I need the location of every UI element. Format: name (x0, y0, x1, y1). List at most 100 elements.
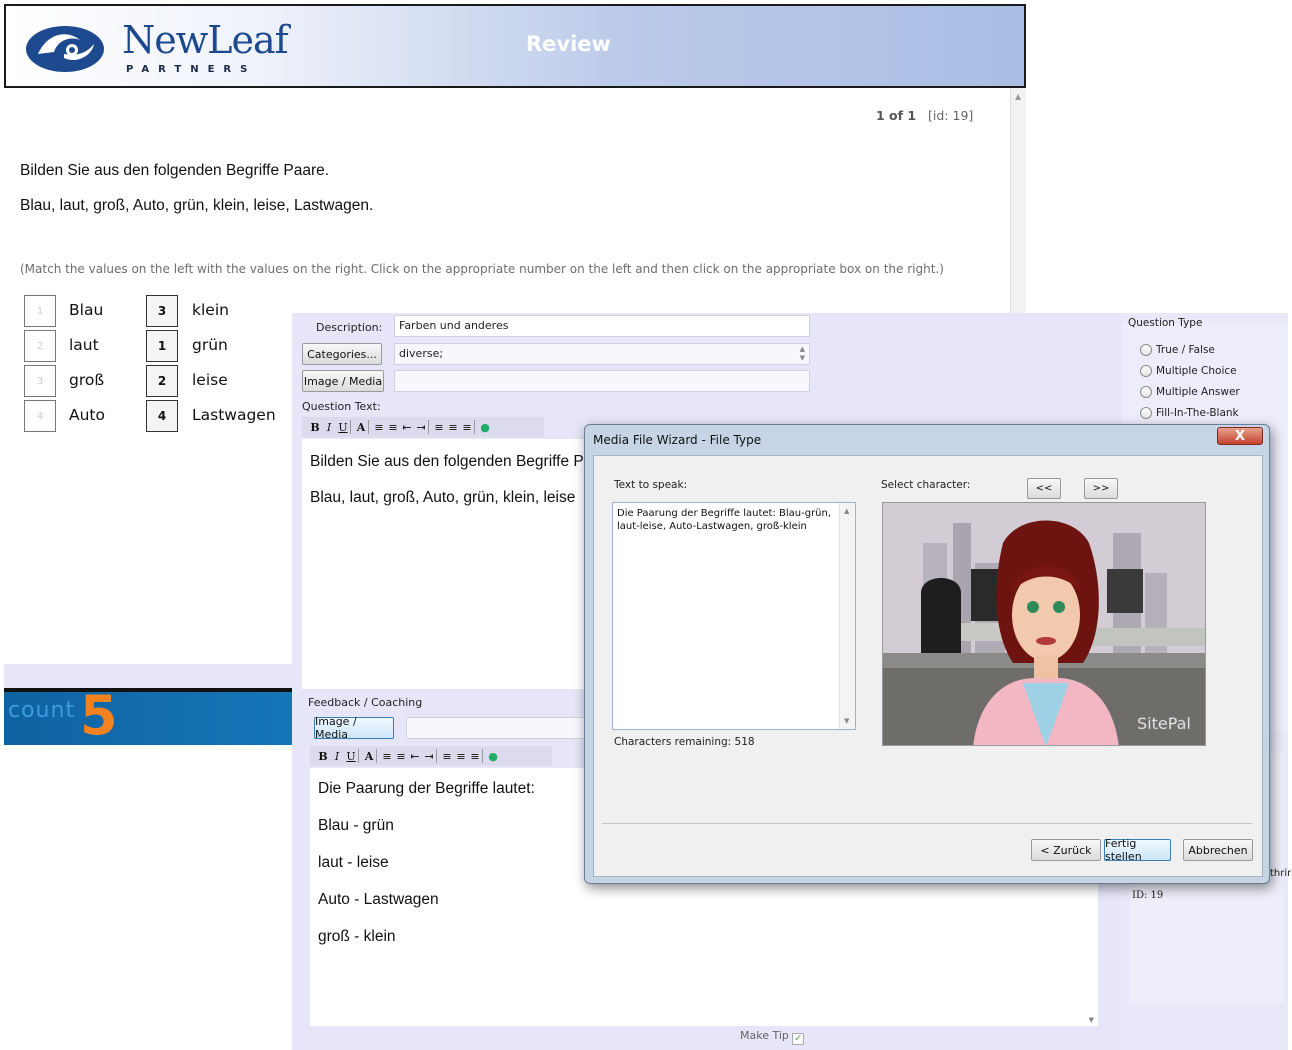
bold-icon[interactable]: B (316, 750, 330, 763)
select-character-label: Select character: (881, 479, 971, 491)
right-match-box[interactable]: 2 (146, 365, 178, 397)
description-field[interactable]: Farben und anderes (394, 315, 810, 337)
feedback-line: groß - klein (318, 928, 396, 945)
question-line-1: Bilden Sie aus den folgenden Begriffe Pa… (20, 162, 330, 179)
left-item-label: Auto (69, 406, 105, 424)
font-color-icon[interactable]: A (354, 421, 368, 434)
numbered-list-icon[interactable]: ≡ (380, 750, 394, 763)
next-character-button[interactable]: >> (1084, 478, 1118, 499)
bullet-list-icon[interactable]: ≡ (386, 421, 400, 434)
question-line-2: Blau, laut, groß, Auto, grün, klein, lei… (20, 197, 374, 214)
left-item-label: groß (69, 371, 105, 389)
feedback-media-field[interactable] (406, 717, 586, 739)
description-label: Description: (316, 321, 383, 334)
close-button[interactable]: X (1217, 427, 1263, 445)
option-multiple-choice: Multiple Choice (1156, 365, 1237, 377)
insert-link-icon[interactable]: ● (478, 421, 492, 434)
align-right-icon[interactable]: ≡ (468, 750, 482, 763)
categories-button[interactable]: Categories... (302, 343, 382, 365)
question-text-line: Blau, laut, groß, Auto, grün, klein, lei… (310, 489, 576, 506)
image-media-field[interactable] (394, 370, 810, 392)
categories-field[interactable]: diverse; ▲ ▼ (394, 343, 810, 365)
page-title: Review (526, 32, 611, 56)
question-text-label: Question Text: (302, 400, 381, 413)
numbered-list-icon[interactable]: ≡ (372, 421, 386, 434)
right-match-box[interactable]: 3 (146, 295, 178, 327)
brand-word: count (8, 698, 76, 723)
scroll-up-icon[interactable]: ▲ (1015, 92, 1021, 101)
previous-character-button[interactable]: << (1027, 478, 1061, 499)
left-number-box[interactable]: 3 (24, 365, 56, 397)
count5-banner: count 5 (4, 688, 292, 745)
align-left-icon[interactable]: ≡ (440, 750, 454, 763)
text-to-speak-label: Text to speak: (614, 479, 688, 491)
image-media-button[interactable]: Image / Media (302, 370, 384, 392)
align-center-icon[interactable]: ≡ (446, 421, 460, 434)
right-match-box[interactable]: 4 (146, 400, 178, 432)
question-text-editor[interactable]: Bilden Sie aus den folgenden Begriffe P … (302, 439, 592, 689)
indent-icon[interactable]: ⇥ (422, 750, 436, 763)
make-tip-label: Make Tip (740, 1029, 789, 1042)
text-to-speak-value: Die Paarung der Begriffe lautet: Blau-gr… (617, 508, 832, 532)
radio-true-false[interactable] (1140, 344, 1152, 356)
scroll-down-icon[interactable]: ▼ (1089, 1016, 1094, 1024)
question-text-line: Bilden Sie aus den folgenden Begriffe P (310, 453, 584, 470)
scroll-down-icon[interactable]: ▼ (844, 717, 849, 725)
align-center-icon[interactable]: ≡ (454, 750, 468, 763)
logo-wordmark: NewLeaf (122, 18, 289, 62)
brand-number: 5 (80, 688, 118, 745)
make-tip-row: Make Tip ✓ (740, 1029, 805, 1045)
text-to-speak-input[interactable]: Die Paarung der Begriffe lautet: Blau-gr… (612, 502, 856, 730)
feedback-image-media-button[interactable]: Image / Media (314, 715, 394, 741)
cancel-button[interactable]: Abbrechen (1183, 839, 1253, 861)
question-type-label: Question Type (1128, 317, 1203, 329)
feedback-line: Blau - grün (318, 817, 394, 834)
italic-icon[interactable]: I (330, 750, 344, 763)
outdent-icon[interactable]: ⇤ (408, 750, 422, 763)
bullet-list-icon[interactable]: ≡ (394, 750, 408, 763)
finish-button[interactable]: Fertig stellen (1104, 837, 1171, 863)
spinner-icon[interactable]: ▲ ▼ (800, 345, 805, 363)
left-number-box[interactable]: 1 (24, 295, 56, 327)
make-tip-checkbox[interactable]: ✓ (792, 1033, 805, 1045)
insert-link-icon[interactable]: ● (486, 750, 500, 763)
radio-fill-in-the-blank[interactable] (1140, 407, 1152, 419)
feedback-line: Auto - Lastwagen (318, 891, 439, 908)
watermark-text: SitePal (1137, 714, 1191, 733)
underline-icon[interactable]: U (336, 421, 350, 434)
underline-icon[interactable]: U (344, 750, 358, 763)
left-number-box[interactable]: 2 (24, 330, 56, 362)
outdent-icon[interactable]: ⇤ (400, 421, 414, 434)
right-match-box[interactable]: 1 (146, 330, 178, 362)
review-scrollbar[interactable]: ▲ (1010, 88, 1026, 318)
page-position: 1 of 1 (876, 108, 917, 123)
media-file-wizard-dialog: Media File Wizard - File Type X Text to … (584, 424, 1270, 884)
partial-option-text: thrir (1270, 868, 1292, 879)
newleaf-logo-icon (26, 26, 104, 72)
right-item-label: klein (192, 301, 229, 319)
id-value: 19 (1150, 890, 1164, 901)
back-button[interactable]: < Zurück (1031, 839, 1101, 861)
radio-multiple-choice[interactable] (1140, 365, 1152, 377)
right-item-label: leise (192, 371, 228, 389)
indent-icon[interactable]: ⇥ (414, 421, 428, 434)
left-number-box[interactable]: 4 (24, 400, 56, 432)
logo-subtitle: PARTNERS (126, 64, 257, 75)
feedback-label: Feedback / Coaching (308, 696, 423, 709)
option-multiple-answer: Multiple Answer (1156, 386, 1240, 398)
align-left-icon[interactable]: ≡ (432, 421, 446, 434)
bold-icon[interactable]: B (308, 421, 322, 434)
align-right-icon[interactable]: ≡ (460, 421, 474, 434)
text-scrollbar[interactable]: ▲ ▼ (839, 503, 855, 729)
right-item-label: Lastwagen (192, 406, 276, 424)
option-fill-in-the-blank: Fill-In-The-Blank (1156, 407, 1239, 419)
question-text-toolbar: B I U A ≡ ≡ ⇤ ⇥ ≡ ≡ ≡ ● (302, 417, 544, 437)
italic-icon[interactable]: I (322, 421, 336, 434)
banner-stripe (4, 688, 292, 692)
feedback-toolbar: B I U A ≡ ≡ ⇤ ⇥ ≡ ≡ ≡ ● (310, 746, 552, 766)
id-label: ID: (1132, 890, 1148, 901)
scroll-up-icon[interactable]: ▲ (844, 507, 849, 515)
font-color-icon[interactable]: A (362, 750, 376, 763)
radio-multiple-answer[interactable] (1140, 386, 1152, 398)
character-avatar-image: SitePal (883, 503, 1205, 745)
